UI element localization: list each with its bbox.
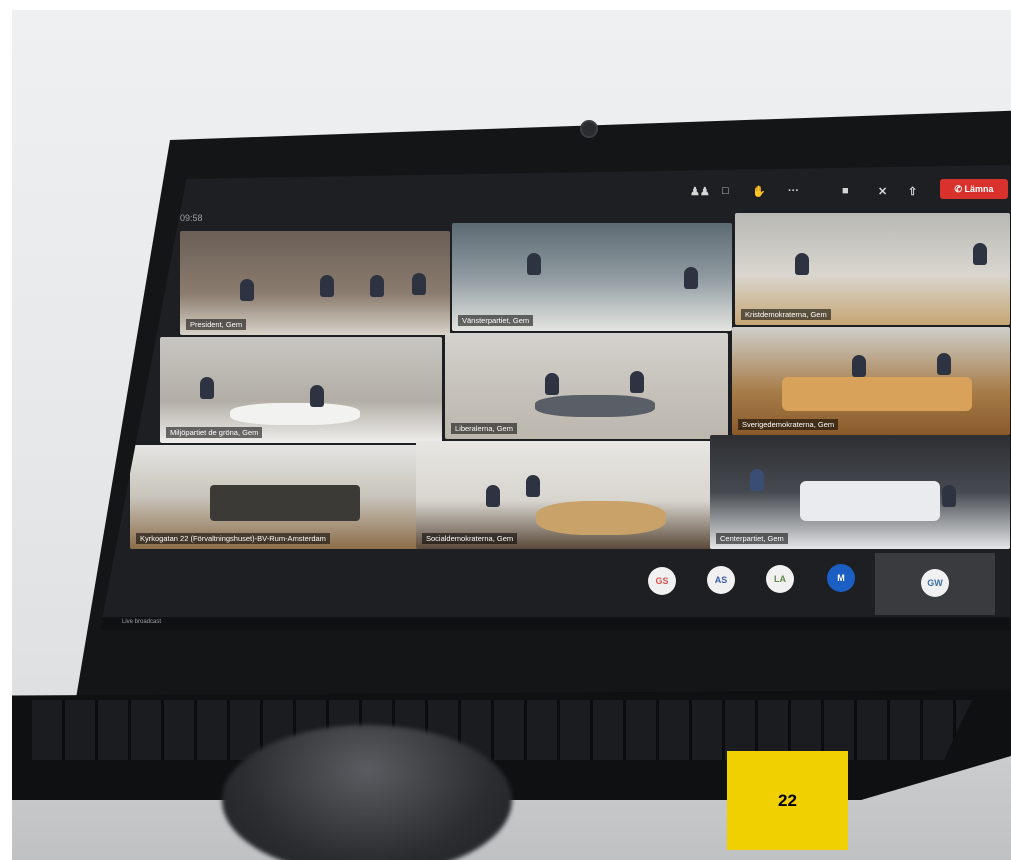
- participant-avatar-gs[interactable]: GS: [648, 567, 676, 595]
- video-tile-liberalerna[interactable]: Liberalerna, Gem: [445, 333, 728, 439]
- leave-button[interactable]: ✆ Lämna: [940, 179, 1008, 199]
- participant-avatar-as[interactable]: AS: [707, 566, 735, 594]
- video-tile-miljopartiet[interactable]: Miljöpartiet de gröna, Gem: [160, 337, 442, 443]
- phone-icon: ✆: [954, 184, 962, 194]
- tile-label: Kyrkogatan 22 (Förvaltningshuset)-BV-Rum…: [136, 533, 330, 544]
- video-tile-president[interactable]: President, Gem: [180, 231, 450, 335]
- video-tile-centerpartiet[interactable]: Centerpartiet, Gem: [710, 435, 1010, 549]
- webcam-icon: [580, 120, 598, 138]
- video-tile-socialdemokraterna[interactable]: Socialdemokraterna, Gem: [416, 441, 716, 549]
- tile-label: Vänsterpartiet, Gem: [458, 315, 534, 326]
- meeting-clock: 09:58: [180, 213, 203, 223]
- status-text: Live broadcast: [122, 619, 162, 625]
- share-icon[interactable]: ⇧: [908, 185, 917, 198]
- tile-label: Miljöpartiet de gröna, Gem: [166, 427, 263, 438]
- participant-avatar-m[interactable]: M: [827, 564, 855, 592]
- meeting-screen: 09:58 ♟♟ □ ✋ ··· ■ ✕ ⇧ ✆ Lämna President…: [100, 165, 1010, 630]
- tile-label: Sverigedemokraterna, Gem: [738, 419, 839, 430]
- status-bar: Live broadcast: [100, 617, 1010, 630]
- participant-avatar-la[interactable]: LA: [766, 565, 794, 593]
- video-tile-kristdemokraterna[interactable]: Kristdemokraterna, Gem: [735, 213, 1010, 325]
- participant-avatar-gw: GW: [921, 569, 949, 597]
- photo: 09:58 ♟♟ □ ✋ ··· ■ ✕ ⇧ ✆ Lämna President…: [12, 10, 1011, 860]
- video-tile-sverigedemokraterna[interactable]: Sverigedemokraterna, Gem: [732, 327, 1010, 435]
- video-tile-kyrkogatan[interactable]: Kyrkogatan 22 (Förvaltningshuset)-BV-Rum…: [130, 445, 422, 549]
- page-number-badge: 22: [727, 751, 848, 850]
- camera-off-icon[interactable]: ■: [842, 185, 849, 197]
- tile-label: Liberalerna, Gem: [451, 423, 517, 434]
- people-icon[interactable]: ♟♟: [690, 185, 710, 198]
- tile-label: President, Gem: [186, 319, 247, 330]
- tile-label: Centerpartiet, Gem: [716, 533, 788, 544]
- raise-hand-icon[interactable]: ✋: [752, 185, 766, 198]
- tile-label: Kristdemokraterna, Gem: [741, 309, 831, 320]
- tile-label: Socialdemokraterna, Gem: [422, 533, 518, 544]
- participant-panel-gw[interactable]: GW: [875, 553, 995, 615]
- more-icon[interactable]: ···: [788, 185, 799, 197]
- mic-off-icon[interactable]: ✕: [878, 185, 887, 198]
- chat-icon[interactable]: □: [722, 185, 729, 197]
- video-tile-vansterpartiet[interactable]: Vänsterpartiet, Gem: [452, 223, 732, 331]
